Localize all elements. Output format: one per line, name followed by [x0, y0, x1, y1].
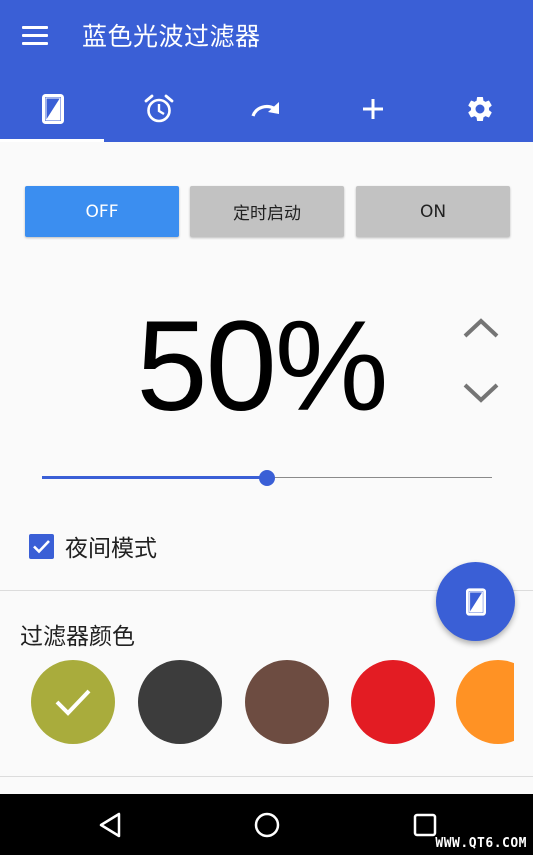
tab-settings[interactable]: [427, 76, 533, 142]
checkmark-icon: [33, 539, 50, 553]
chevron-down-icon[interactable]: [460, 379, 502, 409]
tab-redo[interactable]: [213, 76, 319, 142]
hamburger-menu-icon[interactable]: [18, 22, 54, 50]
redo-arrow-icon: [251, 102, 279, 117]
plus-icon: [363, 99, 383, 119]
intensity-percent: 50%: [136, 295, 388, 438]
main-content: OFF 定时启动 ON 50% 夜间模式 过滤器颜色: [0, 142, 533, 794]
chevron-up-icon[interactable]: [460, 312, 502, 342]
night-mode-toggle[interactable]: 夜间模式: [29, 530, 157, 562]
gear-icon: [468, 96, 492, 121]
tab-add[interactable]: [320, 76, 426, 142]
phone-filter-icon: [465, 587, 486, 616]
night-mode-checkbox[interactable]: [29, 533, 54, 559]
alarm-clock-icon: [144, 94, 174, 123]
fab-filter-button[interactable]: [436, 562, 515, 641]
system-nav-bar: WWW.QT6.COM: [0, 794, 533, 855]
color-swatch-orange-container: [456, 660, 514, 744]
off-button[interactable]: OFF: [25, 186, 179, 237]
tab-bar: [0, 76, 533, 142]
app-bar: 蓝色光波过滤器: [0, 0, 533, 142]
back-triangle-icon[interactable]: [90, 808, 130, 842]
color-swatch-olive[interactable]: [31, 660, 115, 744]
checkmark-icon: [55, 689, 91, 716]
watermark-text: WWW.QT6.COM: [435, 836, 527, 851]
tab-filter[interactable]: [0, 76, 106, 142]
color-swatch-red[interactable]: [351, 660, 435, 744]
on-button[interactable]: ON: [356, 186, 510, 237]
tab-schedule[interactable]: [106, 76, 212, 142]
timer-start-button[interactable]: 定时启动: [190, 186, 344, 237]
slider-fill: [42, 476, 267, 479]
app-title: 蓝色光波过滤器: [82, 22, 261, 51]
filter-color-title: 过滤器颜色: [20, 624, 135, 650]
color-swatch-dark-gray[interactable]: [138, 660, 222, 744]
night-mode-label: 夜间模式: [65, 536, 157, 562]
phone-filter-icon: [42, 94, 64, 124]
color-swatch-brown[interactable]: [245, 660, 329, 744]
slider-thumb[interactable]: [259, 470, 275, 486]
color-swatch-orange[interactable]: [456, 660, 514, 744]
bottom-divider: [0, 776, 533, 777]
intensity-slider[interactable]: [42, 468, 492, 488]
home-circle-icon[interactable]: [247, 808, 287, 842]
